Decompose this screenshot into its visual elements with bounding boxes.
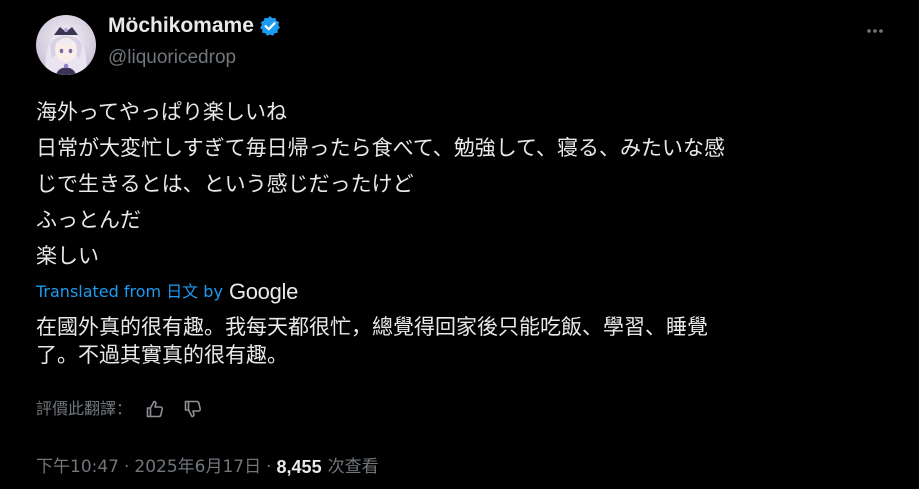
thumbs-down-button[interactable] (180, 396, 206, 422)
thumbs-down-icon (184, 400, 202, 418)
rate-translation-label: 評價此翻譯： (36, 399, 133, 418)
translated-from-label[interactable]: Translated from 日文 by (36, 279, 223, 305)
more-options-button[interactable] (858, 14, 892, 48)
tweet-text-line: 楽しい (36, 244, 99, 268)
thumbs-up-button[interactable] (142, 396, 168, 422)
more-dots-icon (867, 29, 883, 33)
views-count[interactable]: 8,455 (277, 455, 322, 479)
avatar[interactable] (36, 15, 96, 75)
google-logo-text: Google (228, 279, 299, 304)
author-display-name[interactable]: Möchikomame (108, 13, 254, 39)
meta-separator: · (266, 457, 272, 477)
tweet-text-line: ふっとんだ (36, 208, 141, 232)
verified-badge-icon[interactable] (259, 15, 281, 37)
tweet-text: 海外ってやっぱり楽しいね 日常が大変忙しすぎて毎日帰ったら食べて、勉強して、寝る… (36, 94, 886, 274)
translated-from-link[interactable]: Translated from 日文 by Google (36, 279, 298, 305)
avatar-image (36, 15, 96, 75)
tweet-text-line: じで生きるとは、という感じだったけど (36, 172, 414, 196)
tweet-card: Möchikomame @liquoricedrop 海外ってやっぱり楽しいね … (0, 0, 919, 489)
tweet-date[interactable]: 2025年6月17日 (134, 455, 261, 479)
thumbs-up-icon (146, 400, 164, 418)
author-handle[interactable]: @liquoricedrop (108, 46, 236, 70)
translation-text: 在國外真的很有趣。我每天都很忙，總覺得回家後只能吃飯、學習、睡覺 了。不過其實真… (36, 313, 876, 369)
views-label[interactable]: 次查看 (328, 455, 379, 479)
tweet-time[interactable]: 下午10:47 (36, 455, 119, 479)
author-name-row[interactable]: Möchikomame (108, 13, 281, 39)
translation-text-line: 在國外真的很有趣。我每天都很忙，總覺得回家後只能吃飯、學習、睡覺 (36, 315, 708, 339)
tweet-text-line: 日常が大変忙しすぎて毎日帰ったら食べて、勉強して、寝る、みたいな感 (36, 136, 726, 160)
translation-text-line: 了。不過其實真的很有趣。 (36, 343, 288, 367)
tweet-text-line: 海外ってやっぱり楽しいね (36, 100, 287, 124)
rate-translation-row: 評價此翻譯： (36, 396, 206, 422)
meta-separator: · (124, 457, 130, 477)
tweet-meta: 下午10:47 · 2025年6月17日 · 8,455 次查看 (36, 455, 379, 479)
